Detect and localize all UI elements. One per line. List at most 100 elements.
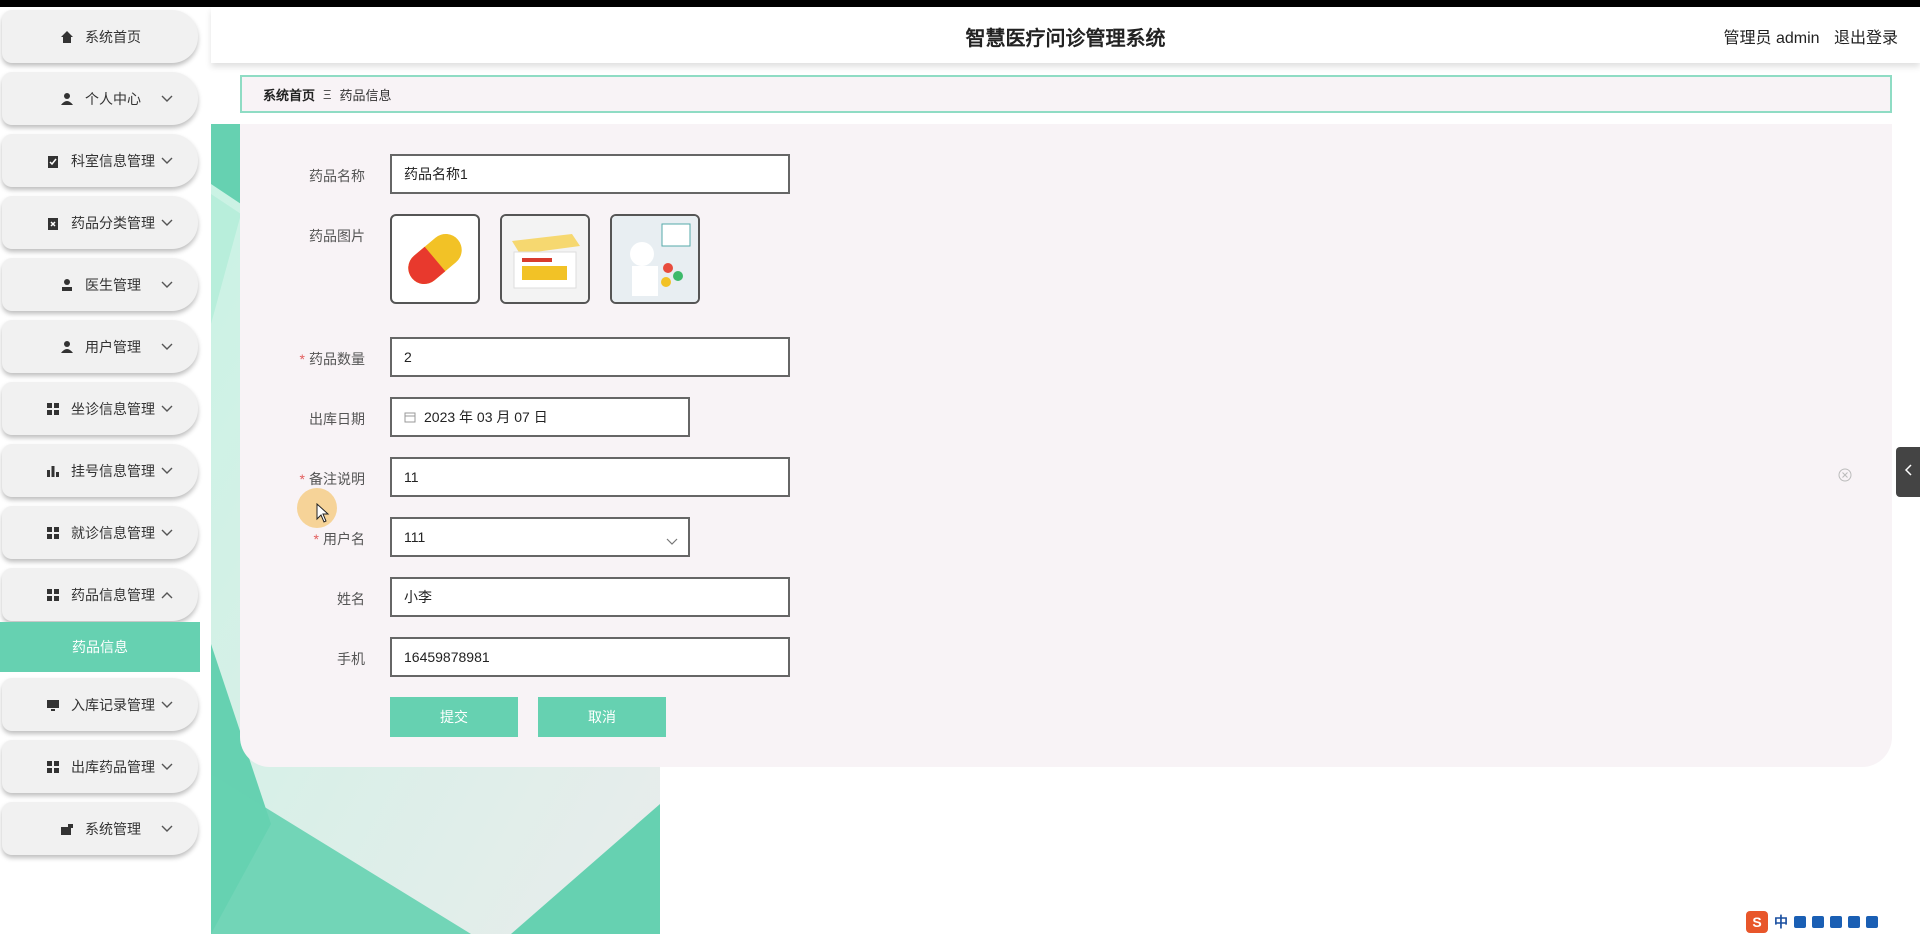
sidebar-item-doctor[interactable]: 医生管理 <box>2 258 198 311</box>
form-row-quantity: * 药品数量 2 <box>240 337 1892 377</box>
user-area: 管理员 admin 退出登录 <box>1714 24 1899 48</box>
grid-icon <box>45 759 61 775</box>
sidebar-subitem-drug-info[interactable]: 药品信息 <box>0 622 200 672</box>
chevron-down-icon <box>160 760 174 774</box>
grid-icon <box>45 525 61 541</box>
sidebar-item-label: 个人中心 <box>85 90 141 107</box>
breadcrumb-current: 药品信息 <box>339 87 392 103</box>
sidebar-item-system[interactable]: 系统管理 <box>2 802 198 855</box>
drug-quantity-input[interactable]: 2 <box>390 337 790 377</box>
logout-link[interactable]: 退出登录 <box>1834 30 1898 47</box>
sidebar-item-label: 药品信息管理 <box>71 586 155 603</box>
form-row-date: 出库日期 2023 年 03 月 07 日 <box>240 397 1892 437</box>
sidebar-item-stock-out[interactable]: 出库药品管理 <box>2 740 198 793</box>
sidebar-item-drug-category[interactable]: 药品分类管理 <box>2 196 198 249</box>
sidebar-item-department[interactable]: 科室信息管理 <box>2 134 198 187</box>
sidebar-item-label: 挂号信息管理 <box>71 462 155 479</box>
clipboard-check-icon <box>45 153 61 169</box>
grid-icon <box>45 401 61 417</box>
username-select[interactable]: 111 <box>390 517 690 557</box>
drug-name-input[interactable]: 药品名称1 <box>390 154 790 194</box>
medicine-box-image[interactable] <box>500 214 590 304</box>
chevron-up-icon <box>160 588 174 602</box>
sidebar-item-label: 系统首页 <box>85 28 141 45</box>
ime-menu-icon[interactable] <box>1866 916 1878 928</box>
clear-icon[interactable] <box>1838 468 1852 482</box>
username-label: * 用户名 <box>313 531 365 547</box>
chevron-down-icon <box>160 464 174 478</box>
sidebar-item-personal-center[interactable]: 个人中心 <box>2 72 198 125</box>
note-label: * 备注说明 <box>299 471 365 487</box>
phone-label: 手机 <box>337 651 365 667</box>
form-card: 药品名称 药品名称1 药品图片 * 药品数量 2 出库日期 2023 年 03 … <box>240 124 1892 767</box>
ime-tray: S 中 <box>1740 910 1920 934</box>
submit-button[interactable]: 提交 <box>390 697 518 737</box>
drug-quantity-label: * 药品数量 <box>299 351 365 367</box>
pill-capsule-image[interactable] <box>390 214 480 304</box>
sidebar-item-drug-info[interactable]: 药品信息管理 <box>2 568 198 621</box>
ime-keyboard-icon[interactable] <box>1830 916 1842 928</box>
settings-icon <box>59 821 75 837</box>
ime-tool-icon[interactable] <box>1794 916 1806 928</box>
sidebar-item-label: 入库记录管理 <box>71 696 155 713</box>
grid-icon <box>45 587 61 603</box>
realname-input[interactable]: 小李 <box>390 577 790 617</box>
sidebar-item-stock-in[interactable]: 入库记录管理 <box>2 678 198 731</box>
chevron-down-icon <box>160 154 174 168</box>
chevron-down-icon <box>160 698 174 712</box>
top-strip <box>0 0 1920 7</box>
breadcrumb-separator: Ξ <box>323 86 332 102</box>
sidebar-item-user[interactable]: 用户管理 <box>2 320 198 373</box>
form-row-phone: 手机 16459878981 <box>240 637 1892 677</box>
outbound-date-picker[interactable]: 2023 年 03 月 07 日 <box>390 397 690 437</box>
sidebar-item-consultation[interactable]: 坐诊信息管理 <box>2 382 198 435</box>
sidebar-item-label: 就诊信息管理 <box>71 524 155 541</box>
chevron-down-icon <box>160 822 174 836</box>
sidebar-item-label: 药品分类管理 <box>71 214 155 231</box>
pharmacy-image[interactable] <box>610 214 700 304</box>
sidebar: 系统首页 个人中心 科室信息管理 药品分类管理 医生管理 用户管理 坐诊信息管理… <box>0 7 200 934</box>
bar-chart-icon <box>45 463 61 479</box>
admin-label: 管理员 admin <box>1723 30 1820 47</box>
clipboard-x-icon <box>45 215 61 231</box>
form-row-note: * 备注说明 11 <box>240 457 1892 497</box>
chevron-down-icon <box>160 526 174 540</box>
ime-skin-icon[interactable] <box>1848 916 1860 928</box>
chevron-down-icon <box>666 533 678 549</box>
chevron-down-icon <box>160 216 174 230</box>
person-icon <box>59 91 75 107</box>
ime-logo-icon[interactable]: S <box>1746 911 1768 933</box>
home-icon <box>59 29 75 45</box>
monitor-icon <box>45 697 61 713</box>
top-header: 智慧医疗问诊管理系统 管理员 admin 退出登录 <box>211 7 1920 63</box>
form-row-username: * 用户名 111 <box>240 517 1892 557</box>
outbound-date-label: 出库日期 <box>309 411 365 427</box>
chevron-down-icon <box>160 278 174 292</box>
form-row-images: 药品图片 <box>240 214 1892 254</box>
breadcrumb-home[interactable]: 系统首页 <box>263 85 315 104</box>
chevron-down-icon <box>160 402 174 416</box>
chevron-left-icon <box>1904 463 1912 481</box>
realname-label: 姓名 <box>337 591 365 607</box>
doctor-icon <box>59 277 75 293</box>
sidebar-item-visit[interactable]: 就诊信息管理 <box>2 506 198 559</box>
app-title: 智慧医疗问诊管理系统 <box>965 28 1166 50</box>
drug-image-label: 药品图片 <box>309 228 365 244</box>
side-panel-toggle[interactable] <box>1896 447 1920 497</box>
ime-language[interactable]: 中 <box>1774 912 1788 932</box>
username-value: 111 <box>404 529 426 545</box>
drug-name-label: 药品名称 <box>309 168 365 184</box>
sidebar-item-label: 系统管理 <box>85 820 141 837</box>
sidebar-item-label: 出库药品管理 <box>71 758 155 775</box>
form-row-realname: 姓名 小李 <box>240 577 1892 617</box>
date-value: 2023 年 03 月 07 日 <box>424 409 548 425</box>
chevron-down-icon <box>160 340 174 354</box>
phone-input[interactable]: 16459878981 <box>390 637 790 677</box>
sidebar-item-home[interactable]: 系统首页 <box>2 10 198 63</box>
form-row-name: 药品名称 药品名称1 <box>240 154 1892 194</box>
note-input[interactable]: 11 <box>390 457 790 497</box>
sidebar-item-registration[interactable]: 挂号信息管理 <box>2 444 198 497</box>
sidebar-item-label: 医生管理 <box>85 276 141 293</box>
cancel-button[interactable]: 取消 <box>538 697 666 737</box>
ime-mic-icon[interactable] <box>1812 916 1824 928</box>
